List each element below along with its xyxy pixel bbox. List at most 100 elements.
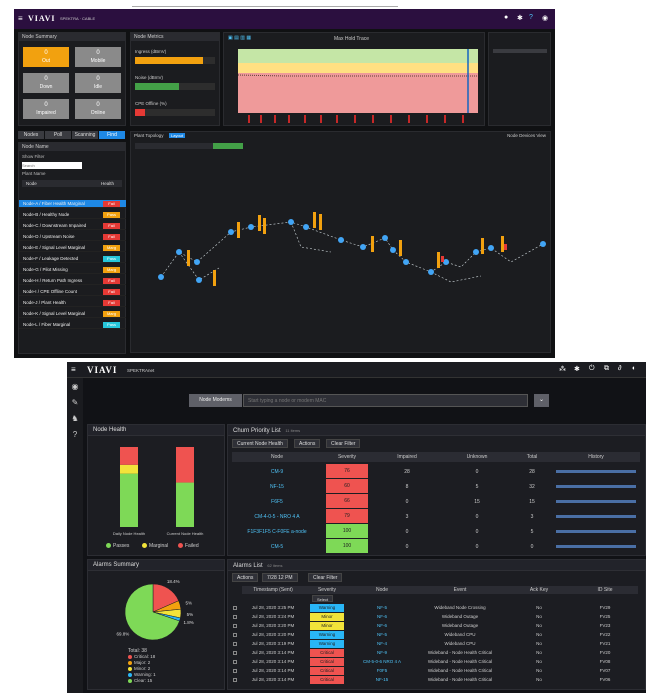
- alarm-node-link[interactable]: CM-5-0-6 NRO 4 A: [350, 658, 414, 666]
- tab-nodes[interactable]: Nodes: [18, 131, 44, 139]
- node-row[interactable]: Node-L / Fiber Marginal Pass: [19, 321, 126, 329]
- node-health-panel: Node Health Daily Node Health Current Nod…: [87, 424, 225, 556]
- summary-tile[interactable]: 0 Down: [23, 73, 69, 93]
- churn-button[interactable]: Clear Filter: [326, 439, 361, 448]
- node-row[interactable]: Node-J / Plant Health Fail: [19, 299, 126, 307]
- legend-dot: [128, 678, 132, 683]
- node-row[interactable]: Node-A / Fiber Health Marginal Fail: [19, 200, 126, 208]
- churn-node-link[interactable]: CM-9: [232, 464, 322, 480]
- alarm-col-header[interactable]: Severity: [304, 586, 350, 594]
- col-node-header: Node: [26, 181, 37, 186]
- node-row[interactable]: Node-H / Return Path Ingress Fail: [19, 277, 126, 285]
- bell-icon[interactable]: ●: [504, 14, 508, 21]
- churn-node-link[interactable]: CM-4-0-5 - NRO 4 A: [232, 509, 322, 525]
- alarm-row-checkbox[interactable]: [233, 642, 237, 646]
- alarm-row-checkbox[interactable]: [233, 660, 237, 664]
- churn-node-link[interactable]: F6F5: [232, 494, 322, 510]
- node-row[interactable]: Node-E / Signal Level Marginal Marg: [19, 244, 126, 252]
- help-icon[interactable]: ?: [529, 14, 533, 21]
- alarm-col-header[interactable]: Timestamp (Sent): [242, 586, 304, 594]
- churn-node-link[interactable]: NF-15: [232, 479, 322, 495]
- alarm-node-link[interactable]: NF-6: [350, 613, 414, 621]
- side-slider[interactable]: [493, 49, 547, 53]
- churn-button[interactable]: Actions: [294, 439, 321, 448]
- link-icon[interactable]: ∂: [618, 365, 621, 372]
- tab-poll[interactable]: Poll: [45, 131, 71, 139]
- spectrum-tools[interactable]: ▣ ▤ ▥ ▦: [228, 35, 251, 41]
- churn-button[interactable]: Current Node Health: [232, 439, 288, 448]
- node-row[interactable]: Node-D / Upstream Noise Fail: [19, 233, 126, 241]
- summary-tile[interactable]: 0 Mobile: [75, 47, 121, 67]
- s2-brand-sub: SPEKTRAnet: [127, 368, 155, 373]
- alarm-col-header[interactable]: Event: [414, 586, 506, 594]
- alarm-node-link[interactable]: NF-5: [350, 631, 414, 639]
- alarm-severity: Warning: [310, 640, 344, 648]
- churn-col-header[interactable]: History: [552, 452, 640, 462]
- tab-find[interactable]: Find: [99, 131, 125, 139]
- alarm-node-link[interactable]: NF-9: [350, 649, 414, 657]
- alarm-row-checkbox[interactable]: [233, 624, 237, 628]
- alarm-button[interactable]: Clear Filter: [308, 573, 343, 582]
- alarm-row-checkbox[interactable]: [233, 606, 237, 610]
- churn-node-link[interactable]: F1F3F1F5 C-F0FE a-node: [232, 524, 322, 540]
- alarm-row-checkbox[interactable]: [233, 633, 237, 637]
- node-row[interactable]: Node-G / Pilot Missing Marg: [19, 266, 126, 274]
- churn-col-header[interactable]: Severity: [322, 452, 372, 462]
- s2-help-icon[interactable]: ?: [70, 430, 80, 440]
- copy-icon[interactable]: ⧉: [604, 365, 609, 373]
- node-row[interactable]: Node-C / Downstream Impaired Fail: [19, 222, 126, 230]
- power-icon[interactable]: ⏻: [589, 365, 595, 373]
- legend-dot: [142, 543, 147, 549]
- node-row[interactable]: Node-F / Leakage Detected Pass: [19, 255, 126, 263]
- s2-gear-icon[interactable]: ✱: [574, 365, 580, 373]
- s2-menu-icon[interactable]: ≡: [71, 365, 76, 374]
- alarm-col-header[interactable]: Node: [350, 586, 414, 594]
- alarm-node-link[interactable]: NF-5: [350, 604, 414, 612]
- alarm-button[interactable]: Actions: [232, 573, 259, 582]
- summary-tile[interactable]: 0 Out: [23, 47, 69, 67]
- node-search-input[interactable]: [22, 162, 82, 169]
- churn-history-spark: [556, 500, 636, 503]
- tab-scanning[interactable]: Scanning: [72, 131, 98, 139]
- churn-node-link[interactable]: CM-5: [232, 539, 322, 555]
- summary-tile[interactable]: 0 Idle: [75, 73, 121, 93]
- gear-icon[interactable]: ✱: [517, 14, 523, 22]
- churn-col-header[interactable]: Total: [512, 452, 552, 462]
- churn-col-header[interactable]: Impaired: [372, 452, 442, 462]
- alarm-col-header[interactable]: Ack Key: [506, 586, 572, 594]
- search-type-dropdown[interactable]: Node Modems: [189, 394, 242, 407]
- alarm-row-checkbox[interactable]: [233, 678, 237, 682]
- user-icon[interactable]: ◉: [542, 14, 548, 22]
- alarm-node-link[interactable]: NF-15: [350, 676, 414, 684]
- topology-filter-chip[interactable]: [213, 143, 243, 149]
- contrast-icon[interactable]: ◐: [632, 365, 636, 372]
- metric-label: Ingress (dBmV): [135, 49, 167, 54]
- summary-tile[interactable]: 0 Online: [75, 99, 121, 119]
- alarm-node-link[interactable]: F0F5: [350, 667, 414, 675]
- alarm-node-link[interactable]: NF-6: [350, 622, 414, 630]
- topology-tab[interactable]: Layout: [169, 133, 186, 138]
- alarm-row-checkbox[interactable]: [233, 615, 237, 619]
- alarm-row-checkbox[interactable]: [233, 651, 237, 655]
- alarm-node-link[interactable]: NF-4: [350, 640, 414, 648]
- node-row[interactable]: Node-K / Signal Level Marginal Marg: [19, 310, 126, 318]
- churn-total: 3: [530, 514, 534, 520]
- summary-tile[interactable]: 0 Impaired: [23, 99, 69, 119]
- user-search-icon[interactable]: ♞: [70, 414, 80, 424]
- node-row[interactable]: Node-I / CPE Offline Count Fail: [19, 288, 126, 296]
- dashboard-icon[interactable]: ◉: [70, 382, 80, 392]
- churn-col-header[interactable]: Unknown: [442, 452, 512, 462]
- churn-col-header[interactable]: Node: [232, 452, 322, 462]
- search-chevron-icon[interactable]: ⌄: [534, 394, 549, 407]
- topology-icon[interactable]: ⁂: [559, 365, 566, 373]
- alarm-row-checkbox[interactable]: [233, 669, 237, 673]
- alarm-button[interactable]: 7/28 12 PM: [262, 573, 298, 582]
- tile-count: 0: [96, 102, 100, 108]
- severity-filter-select[interactable]: Select: [312, 595, 334, 602]
- node-row[interactable]: Node-B / Healthy Node Pass: [19, 211, 126, 219]
- filter-toggle[interactable]: Show Filter: [22, 154, 45, 159]
- node-search-input[interactable]: [243, 394, 528, 407]
- alarm-col-header[interactable]: ID Site: [572, 586, 638, 594]
- wrench-icon[interactable]: ✎: [70, 398, 80, 408]
- menu-icon[interactable]: ≡: [18, 14, 23, 23]
